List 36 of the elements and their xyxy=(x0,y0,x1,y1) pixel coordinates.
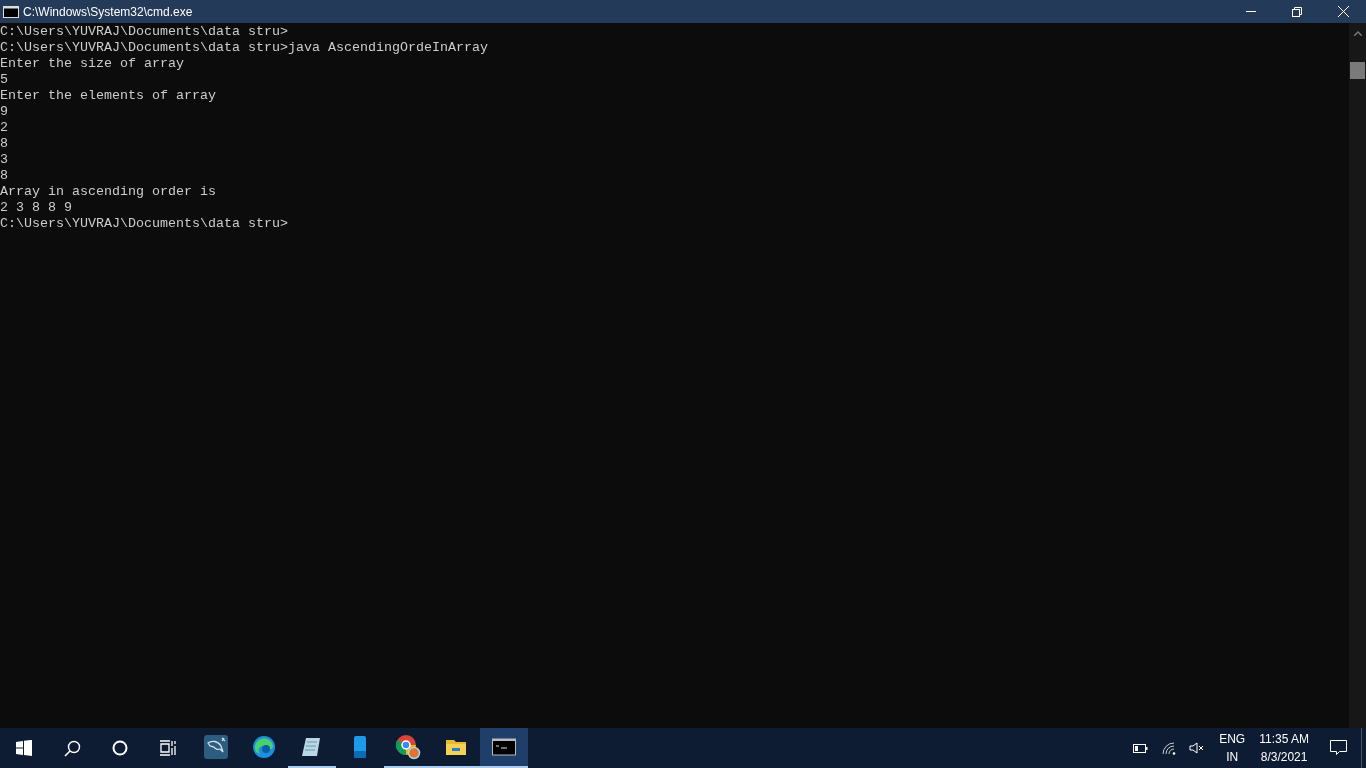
console-line: C:\Users\YUVRAJ\Documents\data stru> xyxy=(0,216,288,232)
chrome-icon xyxy=(395,734,421,760)
console-line: C:\Users\YUVRAJ\Documents\data stru>java AscendingOrdeInArray xyxy=(0,40,488,56)
console-line: 8 xyxy=(0,168,8,184)
console-line: Array in ascending order is xyxy=(0,184,216,200)
restore-icon xyxy=(1292,6,1302,17)
battery-icon xyxy=(1133,743,1149,753)
console-line: 2 3 8 8 9 xyxy=(0,200,72,216)
taskbar-app[interactable] xyxy=(480,728,528,768)
console-line: Enter the size of array xyxy=(0,56,184,72)
minimize-icon xyxy=(1246,11,1256,12)
clock-date[interactable]: 8/3/2021 xyxy=(1260,748,1308,766)
search-icon xyxy=(63,739,81,757)
windows-icon xyxy=(16,740,32,756)
speech-bubble-icon xyxy=(1329,740,1347,756)
console-icon xyxy=(492,737,516,757)
clock-time[interactable]: 11:35 AM xyxy=(1259,730,1309,748)
console-line: C:\Users\YUVRAJ\Documents\data stru> xyxy=(0,24,288,40)
region-indicator[interactable]: IN xyxy=(1226,748,1239,766)
circle-icon xyxy=(112,740,128,756)
console-line: Enter the elements of array xyxy=(0,88,216,104)
console-line: 8 xyxy=(0,136,8,152)
window-title: C:\Windows\System32\cmd.exe xyxy=(23,3,193,21)
scrollbar-thumb[interactable] xyxy=(1350,62,1365,79)
speaker-muted-icon xyxy=(1189,742,1206,754)
task-view-icon xyxy=(159,740,177,756)
console-line: 2 xyxy=(0,120,8,136)
swirl-icon xyxy=(252,735,276,759)
console-line: 9 xyxy=(0,104,8,120)
scroll-up-icon xyxy=(1353,31,1362,36)
close-icon xyxy=(1337,6,1349,17)
console-line: 3 xyxy=(0,152,8,168)
language-indicator[interactable]: ENG xyxy=(1219,730,1246,748)
wifi-icon xyxy=(1162,741,1178,755)
console-icon xyxy=(3,5,19,18)
console-line: 5 xyxy=(0,72,8,88)
